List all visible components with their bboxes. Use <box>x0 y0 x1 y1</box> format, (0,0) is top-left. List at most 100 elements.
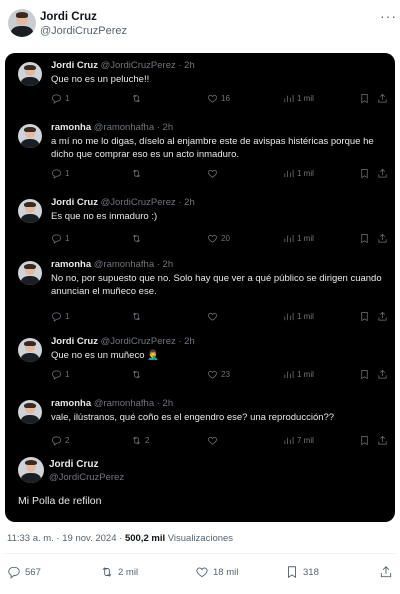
reply-button[interactable]: 2 <box>51 435 69 446</box>
tweet-header: Jordi Cruz @JordiCruzPerez ··· <box>0 0 400 46</box>
share-icon <box>378 369 387 379</box>
views-button[interactable]: 1 mil <box>283 311 314 322</box>
reply-button[interactable]: 1 <box>51 168 69 179</box>
tweet-header: Jordi Cruz @JordiCruzPerez · 2h <box>51 197 195 208</box>
bookmark-button[interactable] <box>359 435 370 446</box>
tweet-header: ramonha @ramonhafha · 2h <box>51 259 173 270</box>
tweet-author-handle: @JordiCruzPerez · 2h <box>100 197 195 208</box>
bookmark-button[interactable] <box>359 233 370 244</box>
retweet-count: 2 <box>145 436 150 445</box>
views-icon <box>284 370 294 379</box>
tweet-author-name[interactable]: ramonha <box>51 398 91 409</box>
author-name[interactable]: Jordi Cruz <box>40 11 97 23</box>
retweet-button[interactable] <box>131 369 145 380</box>
reply-count: 1 <box>65 234 70 243</box>
like-button[interactable]: 18 mil <box>195 565 238 579</box>
avatar[interactable] <box>18 124 42 148</box>
tweet-author-handle: @ramonhafha · 2h <box>93 122 174 133</box>
like-button[interactable]: 16 <box>207 93 230 104</box>
tweet-text: Que no es un muñeco 🤦‍♂️ <box>51 350 159 361</box>
tweet-author-name[interactable]: Jordi Cruz <box>49 459 98 470</box>
share-button[interactable] <box>377 311 388 322</box>
bookmark-button[interactable] <box>359 369 370 380</box>
retweet-button[interactable]: 2 mil <box>100 565 138 579</box>
like-button[interactable] <box>207 311 221 322</box>
tweet-text: No no, por supuesto que no. Solo hay que… <box>51 273 382 297</box>
reply-button[interactable]: 1 <box>51 233 69 244</box>
tweet-timestamp[interactable]: 11:33 a. m. · 19 nov. 2024 · <box>7 533 125 544</box>
retweet-button[interactable] <box>131 311 145 322</box>
like-button[interactable]: 23 <box>207 369 230 380</box>
views-button[interactable]: 1 mil <box>283 168 314 179</box>
author-handle[interactable]: @JordiCruzPerez <box>40 25 127 37</box>
tweet-author-handle: @ramonhafha · 2h <box>93 398 174 409</box>
tweet-actions: 1 1 mil <box>51 168 388 182</box>
reply-count: 1 <box>65 94 70 103</box>
tweet-author-name[interactable]: Jordi Cruz <box>51 336 98 347</box>
like-button[interactable] <box>207 435 221 446</box>
share-button[interactable] <box>377 233 388 244</box>
share-button[interactable] <box>377 369 388 380</box>
retweet-button[interactable] <box>131 93 145 104</box>
avatar[interactable] <box>18 261 42 285</box>
like-button[interactable]: 20 <box>207 233 230 244</box>
bookmark-icon <box>361 370 368 380</box>
views-icon <box>284 169 294 178</box>
bookmark-icon <box>288 566 296 579</box>
tweet-author-name[interactable]: Jordi Cruz <box>51 60 98 71</box>
tweet-actions: 1 23 1 mil <box>51 369 388 383</box>
views-button[interactable]: 1 mil <box>283 93 314 104</box>
reply-button[interactable]: 1 <box>51 369 69 380</box>
share-button[interactable] <box>377 168 388 179</box>
share-icon <box>378 435 387 445</box>
engagement-bar: 567 2 mil 18 mil 318 <box>0 565 400 585</box>
tweet-author-name[interactable]: ramonha <box>51 259 91 270</box>
like-button[interactable] <box>207 168 221 179</box>
author-avatar[interactable] <box>8 9 36 37</box>
reply-button[interactable]: 567 <box>7 565 41 579</box>
views-button[interactable]: 7 mil <box>283 435 314 446</box>
retweet-button[interactable]: 2 <box>131 435 149 446</box>
avatar[interactable] <box>18 400 42 424</box>
views-button[interactable]: 1 mil <box>283 369 314 380</box>
retweet-icon <box>133 436 140 445</box>
more-options-icon[interactable]: ··· <box>380 8 397 24</box>
tweet-header: ramonha @ramonhafha · 2h <box>51 122 173 133</box>
bookmark-button[interactable]: 318 <box>285 565 319 579</box>
views-count: 1 mil <box>297 169 314 178</box>
retweet-button[interactable] <box>131 168 145 179</box>
tweet-author-handle: @ramonhafha · 2h <box>93 259 174 270</box>
views-count: 1 mil <box>297 94 314 103</box>
retweet-icon <box>133 370 140 379</box>
share-button[interactable] <box>379 565 393 579</box>
bookmark-icon <box>361 436 368 446</box>
share-button[interactable] <box>377 435 388 446</box>
bookmark-button[interactable] <box>359 168 370 179</box>
tweet-text: Es que no es inmaduro :) <box>51 211 158 222</box>
avatar[interactable] <box>18 338 42 362</box>
reply-button[interactable]: 1 <box>51 311 69 322</box>
tweet-actions: 1 20 1 mil <box>51 233 388 247</box>
tweet-text: vale, ilústranos, qué coño es el engendr… <box>51 412 335 423</box>
tweet-text: Que no es un peluche!! <box>51 74 150 85</box>
tweet-author-name[interactable]: ramonha <box>51 122 91 133</box>
avatar[interactable] <box>18 457 44 483</box>
share-button[interactable] <box>377 93 388 104</box>
bookmark-button[interactable] <box>359 93 370 104</box>
avatar[interactable] <box>18 199 42 223</box>
views-count: 500,2 mil <box>124 533 166 544</box>
like-icon <box>208 436 217 445</box>
avatar[interactable] <box>18 62 42 86</box>
share-icon <box>378 311 387 321</box>
views-count: 1 mil <box>297 234 314 243</box>
reply-button[interactable]: 1 <box>51 93 69 104</box>
views-button[interactable]: 1 mil <box>283 233 314 244</box>
tweet-header: ramonha @ramonhafha · 2h <box>51 398 173 409</box>
bookmark-button[interactable] <box>359 311 370 322</box>
tweet-author-name[interactable]: Jordi Cruz <box>51 197 98 208</box>
views-count: 1 mil <box>297 370 314 379</box>
retweet-button[interactable] <box>131 233 145 244</box>
share-icon <box>378 168 387 178</box>
reply-icon <box>52 169 61 179</box>
divider <box>5 553 395 554</box>
